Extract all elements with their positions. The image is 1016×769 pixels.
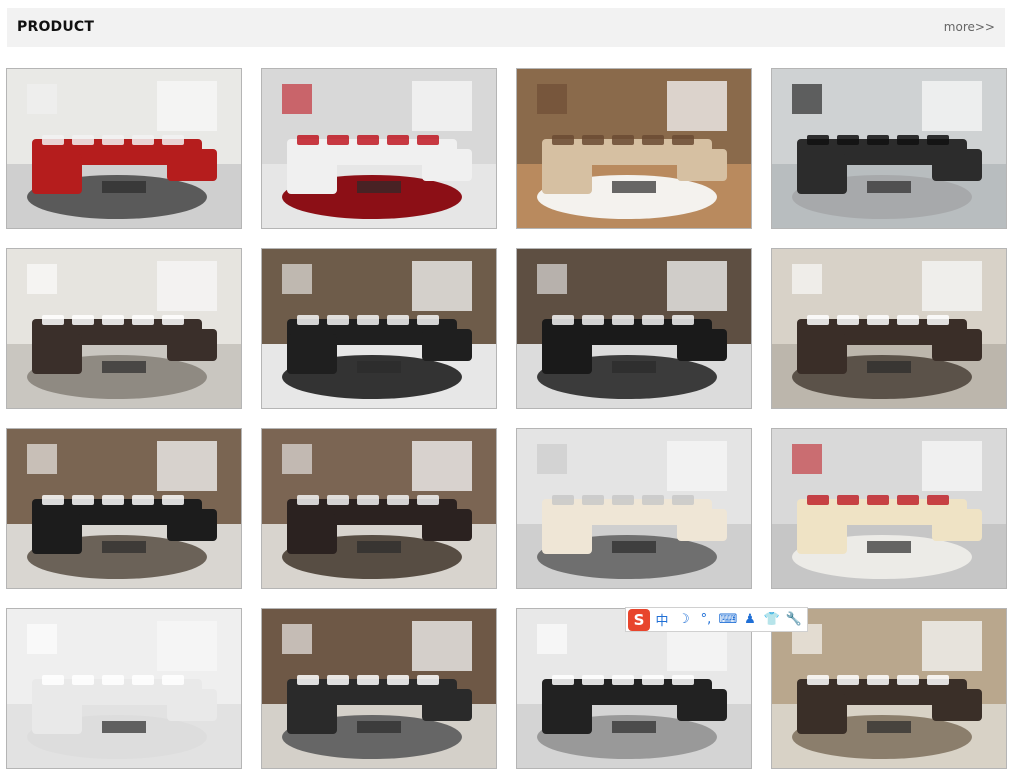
sofa-photo-partial [517, 609, 751, 768]
product-thumbnail[interactable] [6, 608, 242, 769]
dark-brown-sectional-sofa-photo [7, 249, 241, 408]
white-red-sectional-sofa-photo [262, 69, 496, 228]
beige-leather-sectional-sofa-photo [517, 69, 751, 228]
red-white-sectional-sofa-photo [7, 69, 241, 228]
product-thumbnail[interactable] [516, 68, 752, 229]
dark-brown-sectional-with-fireplace-photo [262, 429, 496, 588]
product-thumbnail[interactable] [771, 428, 1007, 589]
ime-toolbar: S 中 ☽ °, ⌨ ♟ 👕 🔧 [625, 607, 808, 632]
product-thumbnail[interactable] [516, 428, 752, 589]
more-link[interactable]: more>> [944, 20, 995, 34]
product-thumbnail[interactable] [771, 248, 1007, 409]
product-thumbnail[interactable] [261, 428, 497, 589]
sogou-logo-icon[interactable]: S [628, 608, 650, 631]
sofa-photo-partial [262, 609, 496, 768]
black-leather-sectional-sofa-photo [772, 69, 1006, 228]
product-thumbnail[interactable] [6, 248, 242, 409]
product-thumbnail[interactable] [6, 68, 242, 229]
chinese-input-mode-icon[interactable]: 中 [652, 610, 672, 630]
black-white-u-shaped-sofa-photo [262, 249, 496, 408]
product-thumbnail[interactable] [261, 68, 497, 229]
product-thumbnail[interactable] [261, 248, 497, 409]
skin-shirt-icon[interactable]: 👕 [762, 610, 782, 630]
black-u-shaped-sofa-photo [517, 249, 751, 408]
half-width-moon-icon[interactable]: ☽ [674, 610, 694, 630]
product-thumbnail[interactable] [261, 608, 497, 769]
sofa-photo-partial [7, 609, 241, 768]
cream-sectional-red-pillows-photo [772, 429, 1006, 588]
sofa-photo-partial [772, 609, 1006, 768]
keyboard-icon[interactable]: ⌨ [718, 610, 738, 630]
brown-corner-sofa-photo [772, 249, 1006, 408]
product-thumbnail[interactable] [516, 248, 752, 409]
settings-wrench-icon[interactable]: 🔧 [784, 610, 804, 630]
punctuation-icon[interactable]: °, [696, 610, 716, 630]
user-icon[interactable]: ♟ [740, 610, 760, 630]
product-thumbnail[interactable] [771, 68, 1007, 229]
cream-leather-sectional-sofa-photo [517, 429, 751, 588]
product-section-header: PRODUCT more>> [7, 8, 1005, 47]
product-thumbnail[interactable] [516, 608, 752, 769]
product-thumbnail[interactable] [6, 428, 242, 589]
product-thumbnail[interactable] [771, 608, 1007, 769]
black-white-sectional-sofa-photo [7, 429, 241, 588]
section-title: PRODUCT [17, 19, 95, 35]
